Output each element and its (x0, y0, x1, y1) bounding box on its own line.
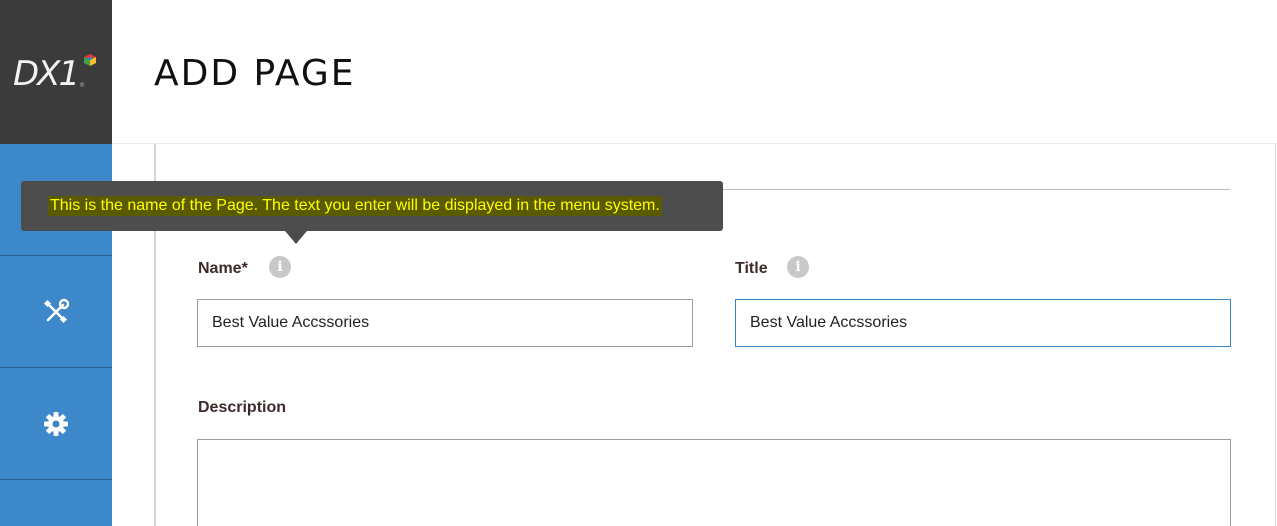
registered-mark: ® (80, 83, 85, 89)
tooltip-arrow (285, 231, 307, 244)
header: ADD PAGE (112, 0, 1277, 144)
tooltip-text: This is the name of the Page. The text y… (48, 196, 662, 216)
page-title: ADD PAGE (154, 53, 356, 94)
gear-icon (44, 411, 68, 436)
title-label: Title (735, 260, 768, 277)
cube-icon (84, 54, 96, 66)
wrench-screwdriver-icon (43, 298, 70, 323)
description-label: Description (198, 399, 287, 416)
logo-text: DX1 (13, 54, 80, 94)
name-label: Name* (198, 260, 248, 277)
logo[interactable]: DX1 ® (0, 0, 112, 144)
sidebar-item-tools[interactable] (0, 256, 112, 368)
description-textarea[interactable] (197, 439, 1231, 526)
title-input[interactable] (735, 299, 1231, 347)
name-tooltip: This is the name of the Page. The text y… (21, 181, 723, 231)
sidebar: DX1 ® (0, 0, 112, 526)
name-input[interactable] (197, 299, 693, 347)
sidebar-item-settings[interactable] (0, 368, 112, 480)
title-info-icon[interactable]: i (787, 256, 809, 278)
name-info-icon[interactable]: i (269, 256, 291, 278)
